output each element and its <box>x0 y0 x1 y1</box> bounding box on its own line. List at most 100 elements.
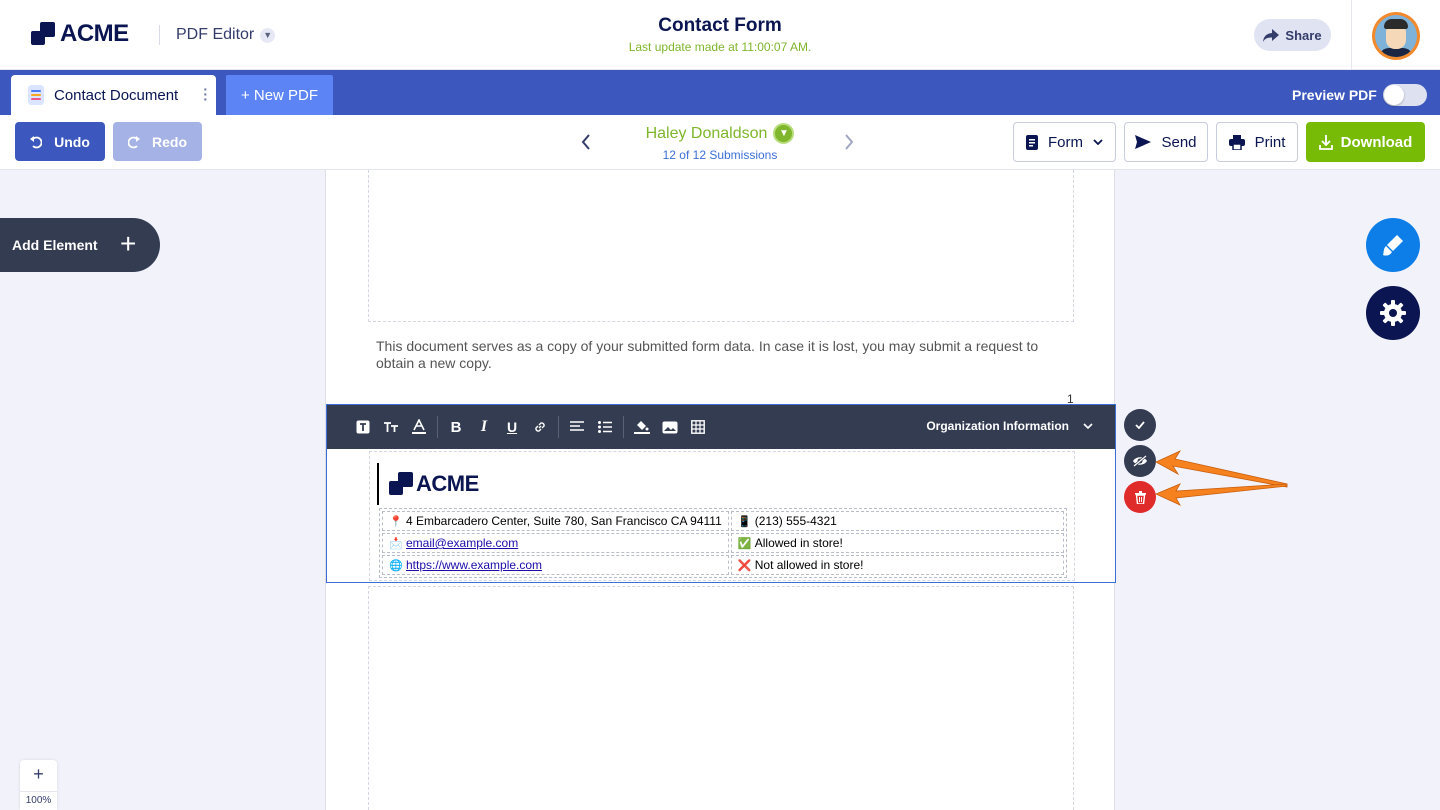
lower-content-area <box>368 586 1074 810</box>
phone-icon: 📱 <box>737 516 752 528</box>
tab-contact-document[interactable]: Contact Document · · · <box>11 75 216 115</box>
underline-icon[interactable]: U <box>498 413 526 441</box>
bulleted-list-icon[interactable] <box>591 413 619 441</box>
email-link[interactable]: email@example.com <box>406 536 518 550</box>
table-row: 🌐 https://www.example.com ❌ Not allowed in… <box>382 555 1064 575</box>
document-icon <box>28 85 44 105</box>
toolbar-separator <box>623 416 624 438</box>
toolbar-separator <box>437 416 438 438</box>
toolbar-separator <box>558 416 559 438</box>
pin-icon: 📍 <box>389 516 403 528</box>
preview-pdf-toggle[interactable] <box>1382 84 1427 106</box>
align-left-icon[interactable] <box>563 413 591 441</box>
print-button[interactable]: Print <box>1216 122 1298 162</box>
document-tab-bar: Contact Document · · · + New PDF Preview P… <box>0 70 1440 115</box>
section-selector[interactable]: Organization Information <box>926 419 1093 433</box>
more-options-icon[interactable]: · · · <box>203 82 208 106</box>
share-icon <box>1263 28 1280 42</box>
undo-icon <box>30 135 43 148</box>
website-cell: 🌐 https://www.example.com <box>382 555 729 575</box>
zoom-in-button[interactable]: + <box>20 764 57 785</box>
image-icon[interactable] <box>656 413 684 441</box>
undo-label: Undo <box>54 133 90 150</box>
settings-button[interactable] <box>1366 286 1420 340</box>
design-button[interactable] <box>1366 218 1420 272</box>
text-block-icon[interactable] <box>349 413 377 441</box>
download-icon <box>1318 134 1333 150</box>
paint-brush-icon <box>1383 235 1403 256</box>
editor-toolbar: Undo Redo Haley Donaldson ▼ 12 of 12 Sub… <box>0 115 1440 170</box>
confirm-element-button[interactable] <box>1124 409 1156 441</box>
org-info-table: 📍 4 Embarcadero Center, Suite 780, San Fr… <box>379 508 1067 578</box>
print-label: Print <box>1254 133 1286 151</box>
submitter-selector[interactable]: Haley Donaldson ▼ <box>646 123 795 144</box>
avatar-image <box>1375 15 1417 57</box>
store-allowed-cell: ✅ Allowed in store! <box>730 533 1064 553</box>
envelope-icon: 📩 <box>389 538 403 550</box>
zoom-control: + 100% <box>20 760 57 810</box>
submitter-name: Haley Donaldson <box>645 124 768 142</box>
send-label: Send <box>1161 133 1197 151</box>
gear-icon <box>1380 300 1406 326</box>
form-label: Form <box>1048 133 1083 151</box>
form-title-block: Contact Form Last update made at 11:00:0… <box>0 15 1440 54</box>
eye-off-icon <box>1133 455 1147 467</box>
address-text: 4 Embarcadero Center, Suite 780, San Fra… <box>406 514 722 528</box>
submission-count: 12 of 12 Submissions <box>662 148 778 162</box>
redo-button[interactable]: Redo <box>113 122 202 161</box>
address-cell: 📍 4 Embarcadero Center, Suite 780, San Fr… <box>382 511 729 531</box>
chevron-down-icon <box>1093 139 1103 145</box>
store-allowed-text: Allowed in store! <box>754 536 843 550</box>
send-button[interactable]: Send <box>1124 122 1208 162</box>
check-icon: ✅ <box>737 538 752 550</box>
phone-cell: 📱 (213) 555-4321 <box>730 511 1064 531</box>
table-row: 📩 email@example.com ✅ Allowed in store! <box>382 533 1064 553</box>
check-icon <box>1135 421 1145 429</box>
previous-submission-icon[interactable] <box>580 132 592 152</box>
redo-label: Redo <box>152 133 187 150</box>
zoom-level: 100% <box>20 791 57 806</box>
next-submission-icon[interactable] <box>843 132 855 152</box>
store-not-allowed-text: Not allowed in store! <box>754 558 864 572</box>
link-icon[interactable] <box>526 413 554 441</box>
plus-icon: + <box>120 228 137 259</box>
send-icon <box>1135 135 1152 149</box>
preview-pdf-control: Preview PDF <box>1292 84 1427 106</box>
trash-icon <box>1134 490 1146 504</box>
new-pdf-button[interactable]: + New PDF <box>226 75 333 115</box>
header-divider-right <box>1351 0 1352 70</box>
bold-icon[interactable]: B <box>442 413 470 441</box>
download-button[interactable]: Download <box>1306 122 1425 162</box>
store-not-allowed-cell: ❌ Not allowed in store! <box>730 555 1064 575</box>
undo-button[interactable]: Undo <box>15 122 105 161</box>
share-label: Share <box>1285 27 1322 43</box>
chevron-down-icon: ▼ <box>773 123 795 144</box>
page-title: Contact Form <box>658 15 782 36</box>
globe-icon: 🌐 <box>389 560 403 572</box>
add-element-button[interactable]: Add Element + <box>0 218 160 272</box>
form-icon <box>1026 134 1038 150</box>
chevron-down-icon <box>1083 423 1093 429</box>
share-button[interactable]: Share <box>1254 19 1331 51</box>
phone-text: (213) 555-4321 <box>754 514 837 528</box>
table-icon[interactable] <box>684 413 712 441</box>
pdf-page: This document serves as a copy of your s… <box>325 170 1116 810</box>
org-brand-name: ACME <box>416 471 479 496</box>
email-cell: 📩 email@example.com <box>382 533 729 553</box>
website-link[interactable]: https://www.example.com <box>406 558 542 572</box>
font-color-icon[interactable] <box>405 413 433 441</box>
italic-icon[interactable]: I <box>470 413 498 441</box>
redo-icon <box>128 135 140 148</box>
preview-pdf-label: Preview PDF <box>1292 87 1377 103</box>
form-dropdown-button[interactable]: Form <box>1013 122 1116 162</box>
cross-icon: ❌ <box>737 560 752 572</box>
font-size-icon[interactable] <box>377 413 405 441</box>
table-row: 📍 4 Embarcadero Center, Suite 780, San Fr… <box>382 511 1064 531</box>
fill-color-icon[interactable] <box>628 413 656 441</box>
document-notice: This document serves as a copy of your s… <box>376 338 1039 371</box>
submission-navigator: Haley Donaldson ▼ 12 of 12 Submissions <box>620 123 820 162</box>
add-element-label: Add Element <box>12 237 98 253</box>
download-label: Download <box>1340 133 1413 151</box>
selected-element-editor[interactable]: B I U Organization Information ACME 📍 4 E… <box>326 404 1116 583</box>
avatar[interactable] <box>1372 12 1420 60</box>
